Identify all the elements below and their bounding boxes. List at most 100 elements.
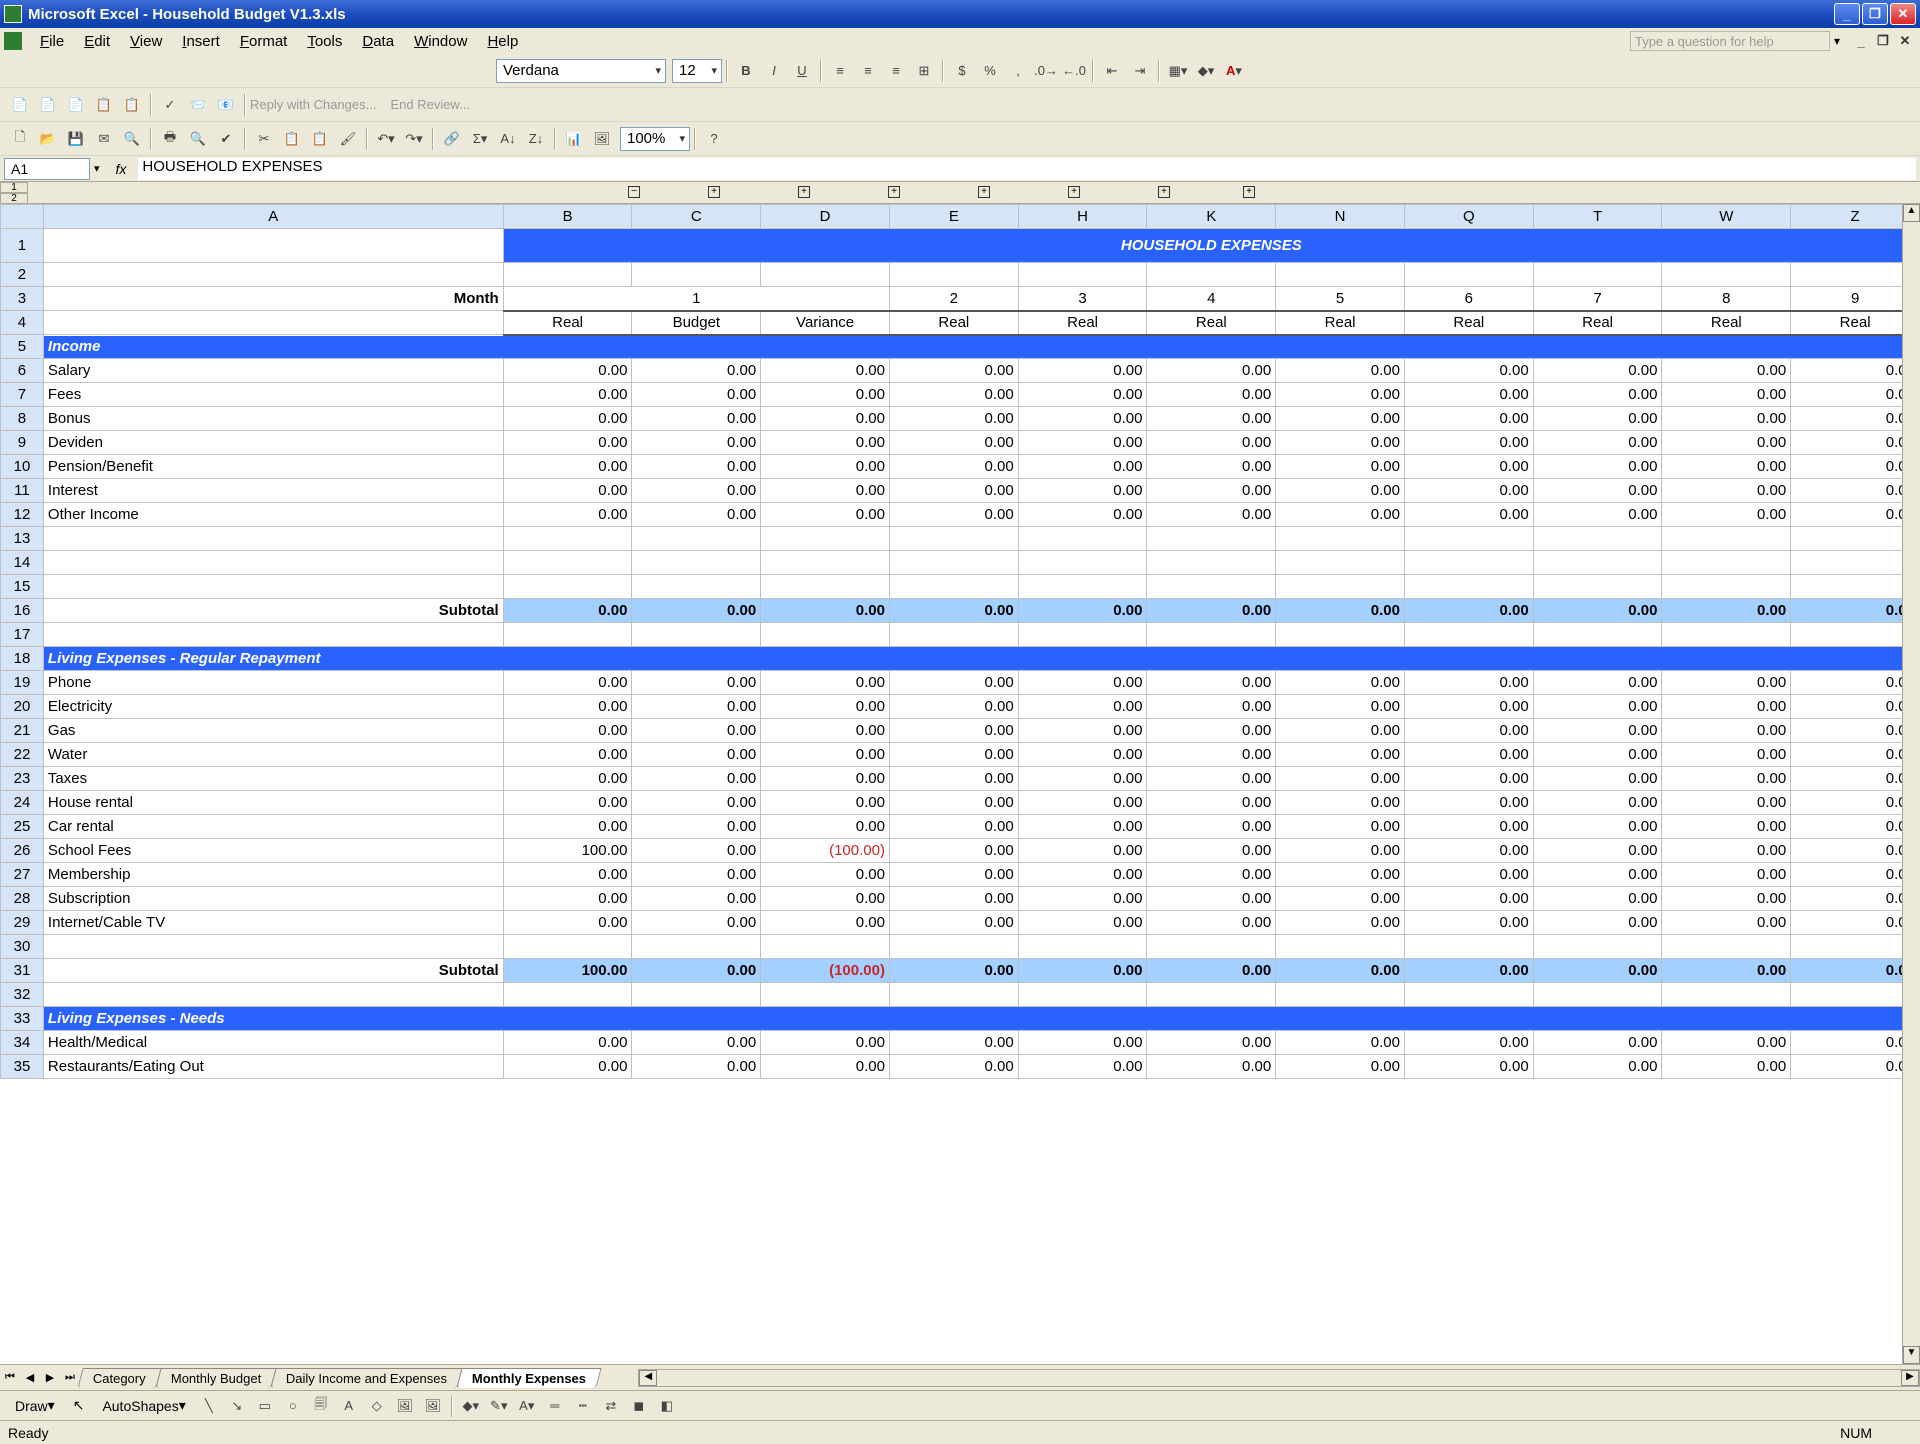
cell[interactable]: 0.00 <box>1791 743 1920 767</box>
cell[interactable]: 0.00 <box>1147 407 1276 431</box>
spelling-button[interactable]: ✔ <box>214 127 238 151</box>
row-header[interactable]: 33 <box>1 1007 44 1031</box>
cell[interactable]: Bonus <box>43 407 503 431</box>
cell[interactable]: 0.00 <box>889 695 1018 719</box>
cell[interactable] <box>889 623 1018 647</box>
line-color-icon[interactable]: ✎▾ <box>487 1394 511 1418</box>
cell[interactable] <box>1276 551 1405 575</box>
outline-expand-icon[interactable]: + <box>1158 186 1170 198</box>
cell[interactable]: 0.00 <box>1662 503 1791 527</box>
show-all-icon[interactable]: 📋 <box>120 93 144 117</box>
cell[interactable] <box>1533 623 1662 647</box>
cell[interactable] <box>1147 575 1276 599</box>
cell[interactable]: 0.00 <box>1276 815 1405 839</box>
row-header[interactable]: 15 <box>1 575 44 599</box>
autoshapes-menu[interactable]: AutoShapes ▾ <box>96 1395 191 1416</box>
cell[interactable]: 0.00 <box>1404 839 1533 863</box>
row-header[interactable]: 7 <box>1 383 44 407</box>
cell[interactable]: Budget <box>632 311 761 335</box>
cell[interactable]: 0.00 <box>1662 383 1791 407</box>
outline-expand-icon[interactable]: + <box>978 186 990 198</box>
worksheet-grid[interactable]: ABCDEHKNQTWZ1HOUSEHOLD EXPENSES23Month12… <box>0 204 1920 1364</box>
cell[interactable] <box>1662 263 1791 287</box>
open-button[interactable]: 📂 <box>36 127 60 151</box>
preview-button[interactable]: 🔍 <box>186 127 210 151</box>
cell[interactable]: 0.00 <box>1147 839 1276 863</box>
tab-first-button[interactable]: ⏮ <box>1 1369 19 1387</box>
percent-button[interactable]: % <box>978 59 1002 83</box>
cell[interactable]: 0.00 <box>632 1031 761 1055</box>
cell[interactable]: 0.00 <box>761 767 890 791</box>
cell[interactable] <box>1533 575 1662 599</box>
cell[interactable]: 0.00 <box>889 431 1018 455</box>
cell[interactable]: Real <box>1018 311 1147 335</box>
cell[interactable] <box>1662 935 1791 959</box>
row-header[interactable]: 19 <box>1 671 44 695</box>
cell[interactable] <box>43 983 503 1007</box>
help-button[interactable]: ? <box>702 127 726 151</box>
cell[interactable]: 2 <box>889 287 1018 311</box>
cell[interactable]: 0.00 <box>632 431 761 455</box>
cell[interactable]: 0.00 <box>889 479 1018 503</box>
row-header[interactable]: 12 <box>1 503 44 527</box>
row-header[interactable]: 11 <box>1 479 44 503</box>
row-header[interactable]: 16 <box>1 599 44 623</box>
cell[interactable]: 0.00 <box>1018 767 1147 791</box>
cell[interactable]: 0.00 <box>1404 815 1533 839</box>
cell[interactable]: Real <box>1404 311 1533 335</box>
menu-tools[interactable]: Tools <box>297 31 352 52</box>
cell[interactable]: 0.00 <box>889 719 1018 743</box>
cell[interactable]: 0.00 <box>1791 791 1920 815</box>
column-header[interactable]: T <box>1533 205 1662 229</box>
cell[interactable]: 100.00 <box>503 959 632 983</box>
sheet-tab[interactable]: Monthly Budget <box>155 1368 277 1388</box>
cell[interactable]: 0.00 <box>503 911 632 935</box>
cell[interactable]: 0.00 <box>1147 431 1276 455</box>
row-header[interactable]: 20 <box>1 695 44 719</box>
fill-color-button[interactable]: ◆▾ <box>1194 59 1218 83</box>
cell[interactable]: 0.00 <box>889 359 1018 383</box>
cell[interactable] <box>1018 263 1147 287</box>
drawing-button[interactable]: 🖼 <box>590 127 614 151</box>
column-header[interactable]: C <box>632 205 761 229</box>
cell[interactable]: 0.00 <box>632 671 761 695</box>
row-header[interactable]: 17 <box>1 623 44 647</box>
cell[interactable]: 0.00 <box>1404 479 1533 503</box>
cell[interactable]: 0.00 <box>1791 959 1920 983</box>
cell[interactable]: 0.00 <box>1276 479 1405 503</box>
bold-button[interactable]: B <box>734 59 758 83</box>
increase-decimal-button[interactable]: .0→ <box>1034 59 1058 83</box>
cell[interactable]: 0.00 <box>503 503 632 527</box>
cell[interactable]: 1 <box>503 287 889 311</box>
cell[interactable]: 0.00 <box>1404 503 1533 527</box>
cell[interactable]: 0.00 <box>1791 815 1920 839</box>
cell[interactable]: 0.00 <box>889 599 1018 623</box>
cell[interactable]: 0.00 <box>889 503 1018 527</box>
cell[interactable]: 0.00 <box>761 431 890 455</box>
cell[interactable]: 0.00 <box>503 743 632 767</box>
cell[interactable]: Income <box>43 335 1919 359</box>
cell[interactable]: 0.00 <box>1662 455 1791 479</box>
row-header[interactable]: 3 <box>1 287 44 311</box>
cell[interactable]: 0.00 <box>1533 671 1662 695</box>
cell[interactable]: 0.00 <box>1276 719 1405 743</box>
row-header[interactable]: 35 <box>1 1055 44 1079</box>
cell[interactable]: 0.00 <box>1276 743 1405 767</box>
ask-question-box[interactable]: Type a question for help <box>1630 31 1830 51</box>
menu-file[interactable]: File <box>30 31 74 52</box>
sort-desc-button[interactable]: Z↓ <box>524 127 548 151</box>
cell[interactable]: 0.00 <box>889 671 1018 695</box>
cell[interactable]: 0.00 <box>1404 407 1533 431</box>
cell[interactable] <box>889 983 1018 1007</box>
cell[interactable]: 0.00 <box>1533 407 1662 431</box>
cell[interactable]: 0.00 <box>1147 1055 1276 1079</box>
column-header[interactable]: Q <box>1404 205 1533 229</box>
cell[interactable] <box>1404 263 1533 287</box>
arrow-style-icon[interactable]: ⇄ <box>599 1394 623 1418</box>
cell[interactable] <box>761 575 890 599</box>
cell[interactable]: 0.00 <box>1276 383 1405 407</box>
cell[interactable]: 0.00 <box>761 1031 890 1055</box>
cell[interactable]: 0.00 <box>761 455 890 479</box>
prev-comment-icon[interactable]: 📄 <box>36 93 60 117</box>
cell[interactable]: 0.00 <box>1404 1031 1533 1055</box>
